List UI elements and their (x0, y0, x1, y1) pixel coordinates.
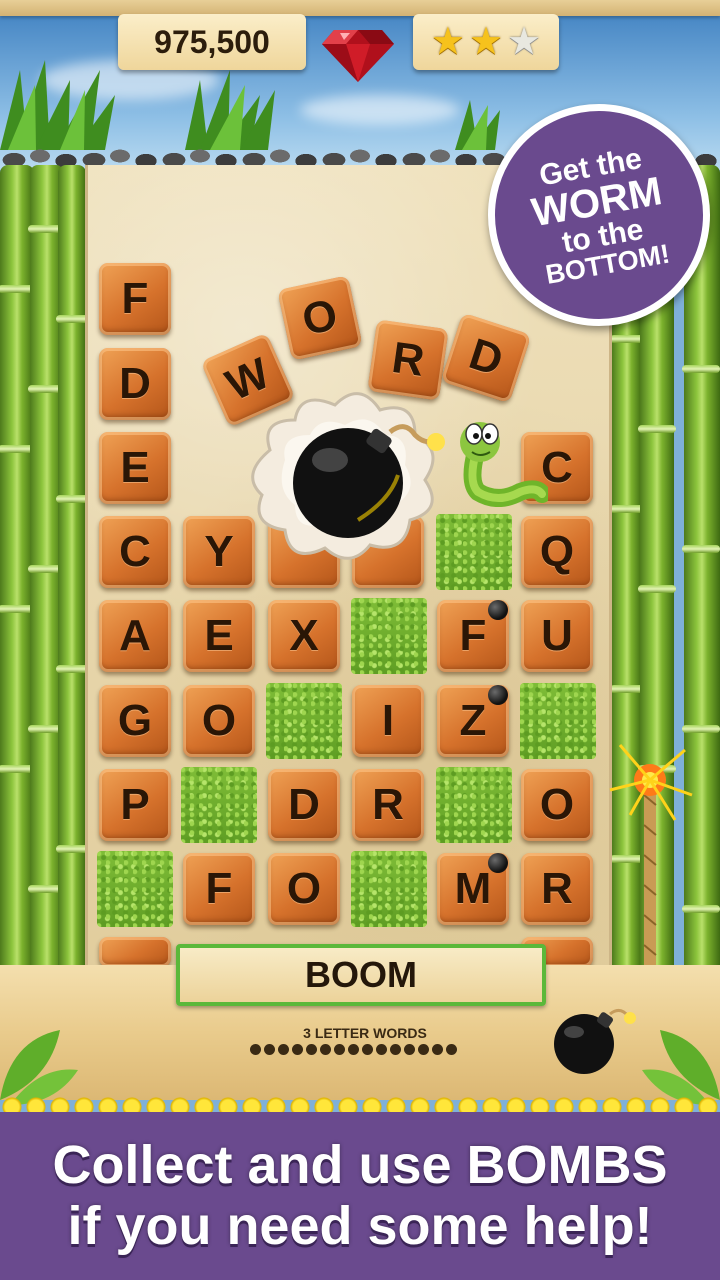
letter-tile[interactable]: G (99, 685, 171, 757)
letter-tile[interactable]: C (99, 516, 171, 588)
star-icon: ★ (468, 21, 504, 63)
letter-tile[interactable]: E (99, 432, 171, 504)
grass-tile (266, 683, 342, 759)
progress-dot (348, 1044, 359, 1055)
grass-tile (351, 851, 427, 927)
letter-tile[interactable]: O (521, 769, 593, 841)
progress-dot (278, 1044, 289, 1055)
worm-character (460, 422, 548, 507)
progress-dot (390, 1044, 401, 1055)
leaf-decoration (642, 1030, 720, 1105)
progress-dot (404, 1044, 415, 1055)
progress-dot (250, 1044, 261, 1055)
letter-tile[interactable]: R (352, 769, 424, 841)
leaf-decoration (0, 1030, 78, 1105)
progress-dot (264, 1044, 275, 1055)
grass-tile (351, 598, 427, 674)
progress-dot (432, 1044, 443, 1055)
word-progress-dots (250, 1044, 470, 1058)
banner-line: if you need some help! (67, 1196, 653, 1256)
progress-dot (418, 1044, 429, 1055)
tile-bomb-icon (488, 853, 508, 873)
letter-tile[interactable]: O (268, 853, 340, 925)
bamboo-stalk (56, 165, 94, 985)
flying-letter-tile: O (277, 275, 363, 361)
red-gem-icon (322, 30, 394, 82)
progress-dot (376, 1044, 387, 1055)
grass-tile (436, 767, 512, 843)
letter-tile[interactable]: U (521, 600, 593, 672)
bomb-powerup-button[interactable] (548, 1004, 638, 1076)
bamboo-stalk (0, 165, 36, 985)
letter-tile[interactable]: R (521, 853, 593, 925)
progress-dot (446, 1044, 457, 1055)
letter-tile[interactable]: P (99, 769, 171, 841)
letter-tile[interactable]: X (268, 600, 340, 672)
progress-dot (320, 1044, 331, 1055)
progress-dot (334, 1044, 345, 1055)
letter-tile[interactable]: F (183, 853, 255, 925)
letter-tile[interactable]: D (99, 348, 171, 420)
banner-line: Collect and use BOMBS (52, 1135, 668, 1196)
star-icon: ★ (430, 21, 465, 63)
letter-tile[interactable]: D (268, 769, 340, 841)
bomb-explosion (251, 392, 445, 560)
letter-tile[interactable] (99, 937, 171, 967)
current-word-box[interactable]: BOOM (176, 944, 546, 1006)
fuse-sparkler (609, 744, 693, 975)
progress-dot (362, 1044, 373, 1055)
word-progress-label: 3 LETTER WORDS (303, 1025, 427, 1041)
letter-tile[interactable]: A (99, 600, 171, 672)
letter-tile[interactable]: E (183, 600, 255, 672)
score-display: 975,500 (118, 14, 306, 70)
star-rating: ★ ★ ★ (413, 14, 559, 70)
promo-banner: Collect and use BOMBS if you need some h… (0, 1112, 720, 1280)
tile-bomb-icon (488, 600, 508, 620)
letter-tile[interactable]: O (183, 685, 255, 757)
progress-dot (306, 1044, 317, 1055)
grass-tile (520, 683, 596, 759)
star-empty-icon: ★ (507, 21, 542, 63)
grass-tile (181, 767, 257, 843)
letter-tile[interactable]: F (99, 263, 171, 335)
grass-tile (97, 851, 173, 927)
letter-tile[interactable]: Q (521, 516, 593, 588)
tile-bomb-icon (488, 685, 508, 705)
letter-tile[interactable]: I (352, 685, 424, 757)
progress-dot (292, 1044, 303, 1055)
